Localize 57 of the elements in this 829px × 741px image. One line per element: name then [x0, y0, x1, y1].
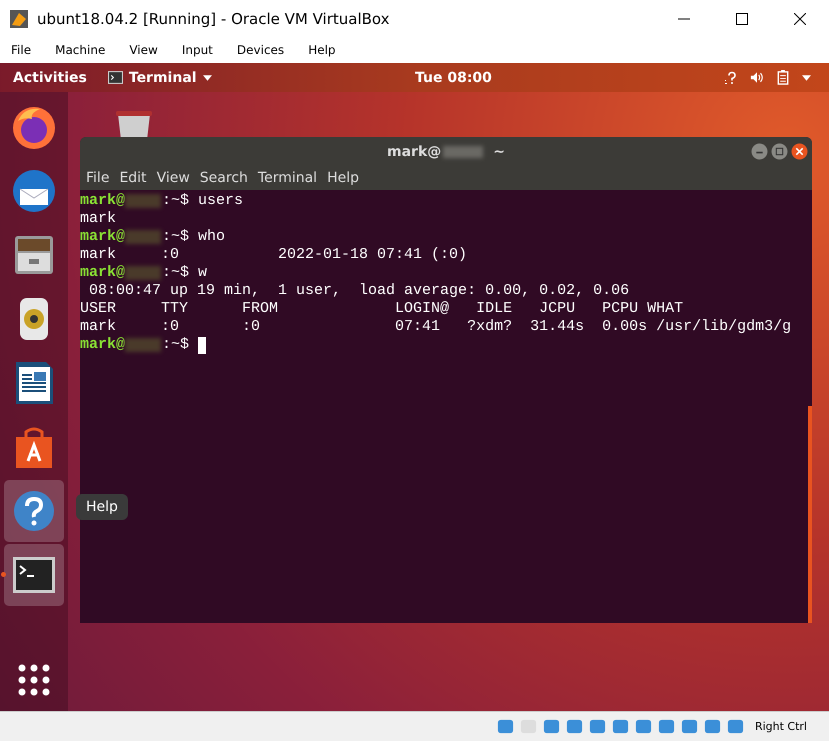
volume-icon[interactable] — [750, 70, 764, 85]
app-grid-icon[interactable] — [17, 663, 51, 697]
blurred-hostname — [443, 146, 484, 158]
clock[interactable]: Tue 08:00 — [415, 70, 492, 86]
blurred-hostname — [125, 230, 162, 244]
terminal-title: mark@ — [387, 144, 442, 160]
activities-button[interactable]: Activities — [13, 70, 87, 86]
menu-item[interactable]: Search — [200, 170, 248, 186]
dock-item[interactable] — [4, 544, 64, 606]
terminal-title-path: ~ — [493, 144, 505, 160]
network-question-icon[interactable] — [724, 70, 738, 85]
app-logo-icon — [9, 8, 29, 28]
prompt-path: :~$ — [162, 264, 190, 282]
prompt-path: :~$ — [162, 192, 190, 210]
blurred-hostname — [125, 194, 162, 208]
close-icon[interactable] — [791, 143, 808, 160]
output-line: mark :0 :0 07:41 ?xdm? 31.44s 0.00s /usr/lib/gdm3/g — [80, 318, 792, 336]
menu-item[interactable]: File — [11, 43, 32, 57]
host-key-label: Right Ctrl — [754, 720, 807, 733]
prompt-user: mark@ — [80, 264, 126, 282]
menu-item[interactable]: Edit — [119, 170, 147, 186]
prompt-path: :~$ — [162, 228, 190, 246]
menu-item[interactable]: Help — [327, 170, 359, 186]
menu-item[interactable]: Terminal — [258, 170, 318, 186]
menu-item[interactable]: View — [156, 170, 190, 186]
mail-globe-icon — [10, 167, 58, 215]
blurred-hostname — [125, 338, 162, 352]
command-text: w — [197, 264, 208, 282]
output-line: 08:00:47 up 19 min, 1 user, load average: 0.00, 0.02, 0.06 — [88, 282, 630, 300]
output-line: mark — [80, 210, 116, 228]
prompt-path: :~$ — [162, 336, 190, 354]
menu-item[interactable]: Input — [182, 43, 213, 57]
prompt-user: mark@ — [80, 192, 126, 210]
caret-icon[interactable] — [802, 74, 811, 80]
window-title: ubunt18.04.2 [Running] - Oracle VM VirtualBox — [37, 10, 391, 28]
prompt-user: mark@ — [80, 228, 126, 246]
menu-item[interactable]: File — [86, 170, 110, 186]
menu-item[interactable]: Devices — [236, 43, 284, 57]
running-indicator — [1, 572, 6, 577]
caret-icon — [202, 74, 212, 80]
terminal-icon — [108, 71, 123, 84]
prompt-user: mark@ — [80, 336, 126, 354]
app-menu[interactable]: Terminal — [108, 70, 212, 86]
maximize-icon[interactable] — [736, 12, 748, 24]
command-text: users — [197, 192, 244, 210]
scrollbar[interactable] — [808, 406, 812, 623]
menu-item[interactable]: View — [129, 43, 158, 57]
tooltip: Help — [76, 494, 128, 520]
menu-item[interactable]: Help — [308, 43, 336, 57]
output-line: mark :0 2022-01-18 07:41 (:0) — [80, 246, 468, 264]
dock-item[interactable] — [4, 480, 64, 542]
close-icon[interactable] — [794, 12, 806, 24]
output-line: USER TTY FROM LOGIN@ IDLE JCPU PCPU WHAT — [80, 300, 684, 318]
battery-icon[interactable] — [776, 70, 790, 85]
command-text: who — [197, 228, 226, 246]
blurred-hostname — [125, 266, 162, 280]
menu-item[interactable]: Machine — [55, 43, 106, 57]
